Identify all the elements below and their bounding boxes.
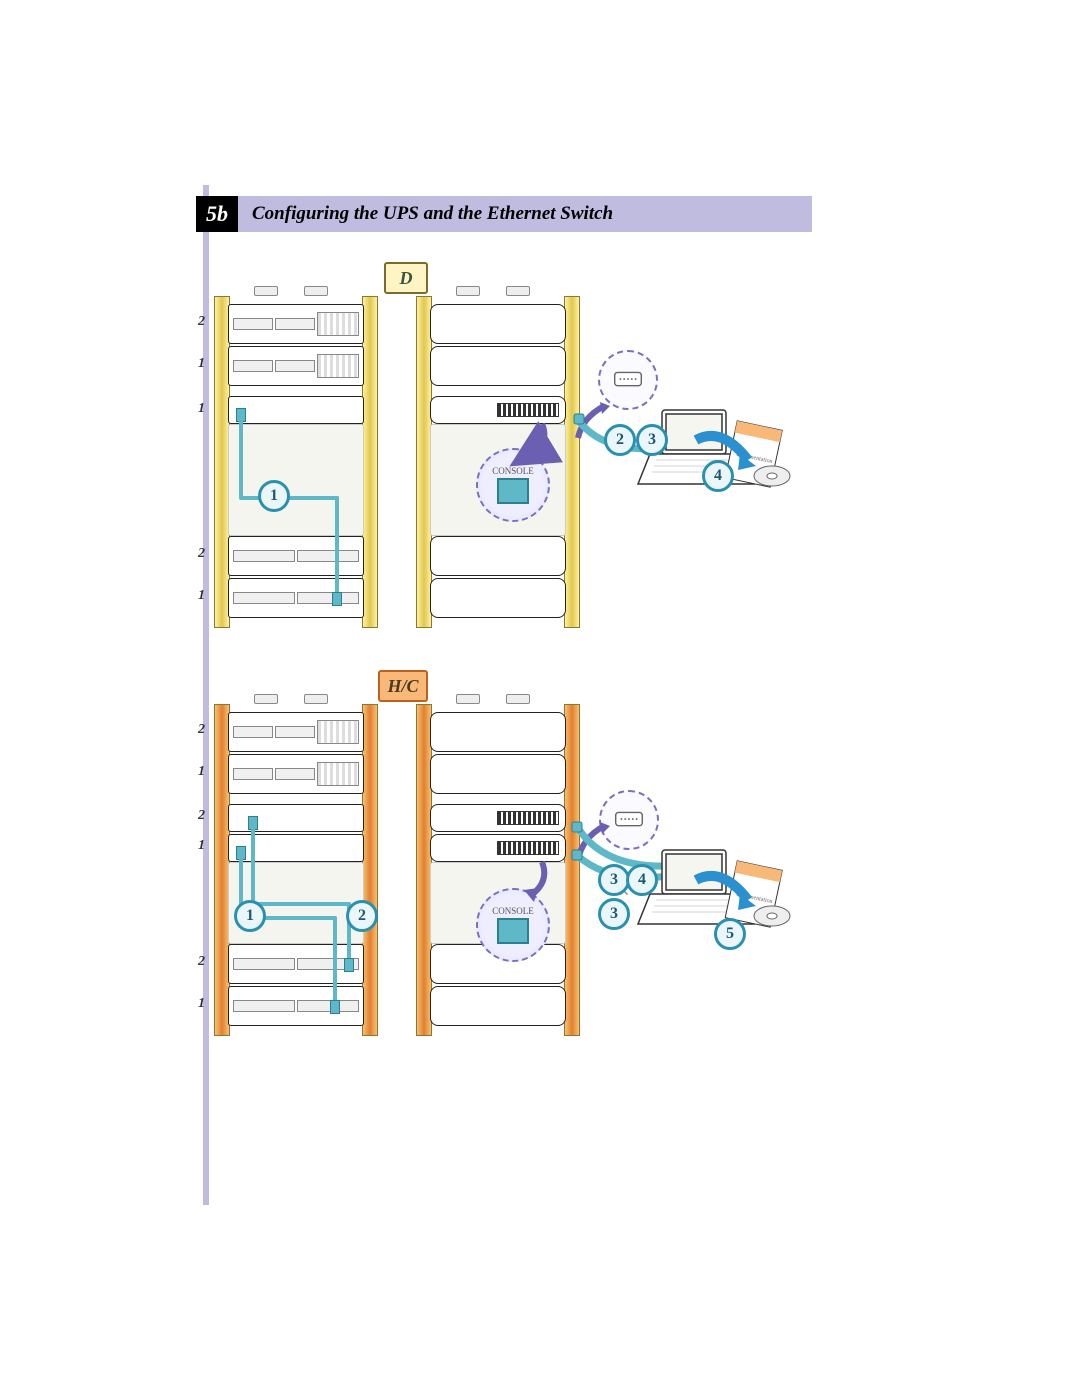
switch-unit bbox=[430, 834, 566, 862]
rack-clip bbox=[304, 694, 328, 704]
server-unit bbox=[228, 346, 364, 386]
step-callout: 2 bbox=[604, 424, 636, 456]
cable-icon bbox=[251, 828, 255, 906]
step-number-badge: 5b bbox=[196, 196, 238, 232]
left-accent-bar bbox=[203, 185, 209, 1205]
step-title: Configuring the UPS and the Ethernet Swi… bbox=[238, 196, 812, 232]
switch-unit bbox=[228, 834, 364, 862]
rack-clip bbox=[254, 286, 278, 296]
rack-clip bbox=[506, 694, 530, 704]
cable-icon bbox=[335, 496, 339, 594]
ups-unit bbox=[228, 578, 364, 618]
step-callout: 4 bbox=[702, 460, 734, 492]
rj45-plug bbox=[332, 592, 342, 606]
server-unit bbox=[430, 754, 566, 794]
documentation-icon: Documentation bbox=[718, 418, 798, 503]
ups-unit bbox=[430, 986, 566, 1026]
rj45-plug bbox=[344, 958, 354, 972]
ups-unit bbox=[228, 986, 364, 1026]
rack-clip bbox=[456, 694, 480, 704]
unit-label: 1 bbox=[198, 401, 205, 417]
console-port-zoom: CONSOLE bbox=[476, 448, 550, 522]
unit-label: 2 bbox=[198, 808, 205, 824]
switch-ports bbox=[497, 841, 559, 855]
step-callout: 5 bbox=[714, 918, 746, 950]
unit-label: 1 bbox=[198, 764, 205, 780]
ups-unit bbox=[228, 536, 364, 576]
rack-post bbox=[362, 296, 378, 628]
unit-label: 1 bbox=[198, 996, 205, 1012]
page: 5b Configuring the UPS and the Ethernet … bbox=[0, 0, 1080, 1397]
switch-ports bbox=[497, 403, 559, 417]
unit-label: 1 bbox=[198, 588, 205, 604]
console-port-zoom: CONSOLE bbox=[476, 888, 550, 962]
server-unit bbox=[228, 754, 364, 794]
unit-label: 2 bbox=[198, 546, 205, 562]
step-callout: 4 bbox=[626, 864, 658, 896]
unit-label: 2 bbox=[198, 314, 205, 330]
section-header: 5b Configuring the UPS and the Ethernet … bbox=[196, 196, 812, 232]
rack-clip bbox=[254, 694, 278, 704]
rack-clip bbox=[506, 286, 530, 296]
rj45-port-icon bbox=[497, 918, 529, 944]
serial-connector-zoom bbox=[599, 790, 659, 850]
rack-hc-left: 2 1 2 1 2 1 bbox=[214, 704, 378, 1036]
unit-label: 2 bbox=[198, 722, 205, 738]
ups-unit bbox=[430, 536, 566, 576]
cable-icon bbox=[239, 420, 243, 498]
console-label: CONSOLE bbox=[492, 466, 534, 476]
ups-unit bbox=[430, 578, 566, 618]
switch-unit bbox=[228, 396, 364, 424]
step-callout: 3 bbox=[598, 898, 630, 930]
variant-badge-hc: H/C bbox=[378, 670, 428, 702]
rj45-port-icon bbox=[497, 478, 529, 504]
switch-unit bbox=[430, 804, 566, 832]
server-unit bbox=[228, 712, 364, 752]
rack-clip bbox=[304, 286, 328, 296]
rack-post bbox=[564, 704, 580, 1036]
cable-icon bbox=[333, 916, 337, 1002]
unit-label: 2 bbox=[198, 954, 205, 970]
step-callout: 1 bbox=[234, 900, 266, 932]
rack-d-left: 2 1 1 2 1 bbox=[214, 296, 378, 628]
switch-ports bbox=[497, 811, 559, 825]
server-unit bbox=[430, 304, 566, 344]
console-label: CONSOLE bbox=[492, 906, 534, 916]
rack-hc-right bbox=[416, 704, 580, 1036]
switch-unit bbox=[430, 396, 566, 424]
cable-icon bbox=[251, 902, 351, 906]
server-unit bbox=[430, 712, 566, 752]
step-callout: 2 bbox=[346, 900, 378, 932]
variant-badge-d: D bbox=[384, 262, 428, 294]
rack-clip bbox=[456, 286, 480, 296]
step-callout: 3 bbox=[636, 424, 668, 456]
rack-gap bbox=[228, 424, 364, 536]
server-unit bbox=[430, 346, 566, 386]
server-unit bbox=[228, 304, 364, 344]
unit-label: 1 bbox=[198, 838, 205, 854]
rj45-plug bbox=[330, 1000, 340, 1014]
rack-post bbox=[362, 704, 378, 1036]
unit-label: 1 bbox=[198, 356, 205, 372]
serial-connector-zoom bbox=[598, 350, 658, 410]
rack-post bbox=[564, 296, 580, 628]
step-callout: 1 bbox=[258, 480, 290, 512]
